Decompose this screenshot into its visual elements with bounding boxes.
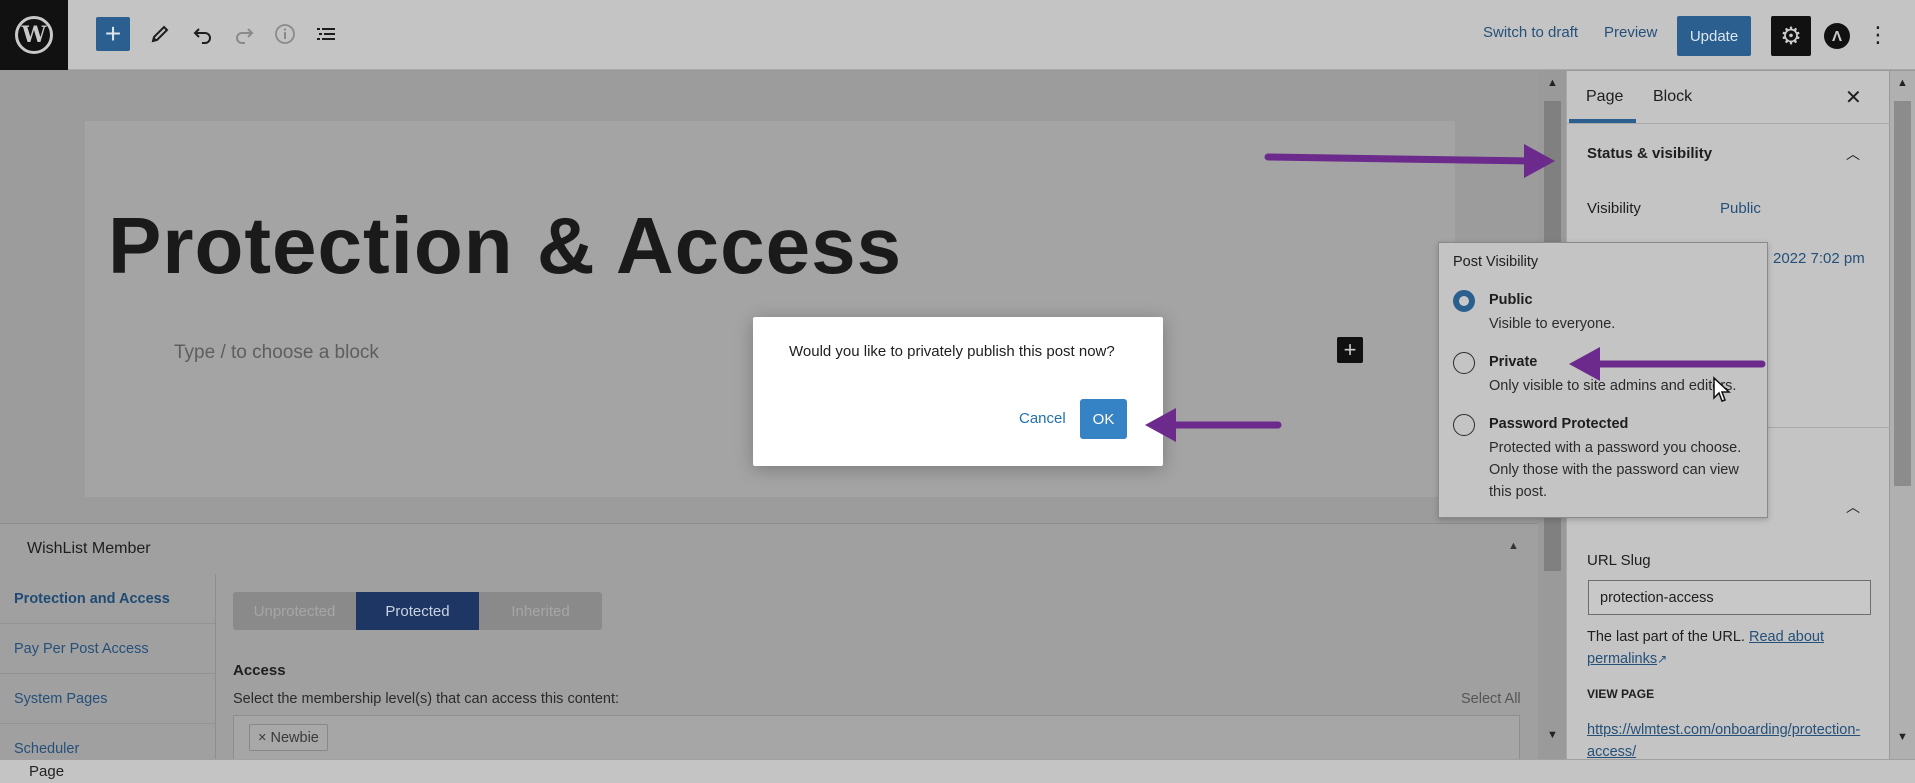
scroll-up-icon[interactable]: ▲: [1547, 77, 1558, 89]
option-password-desc: Protected with a password you choose. On…: [1489, 440, 1742, 500]
wordpress-logo-button[interactable]: W: [0, 0, 68, 70]
radio-private[interactable]: [1453, 352, 1475, 374]
access-heading: Access: [233, 662, 286, 679]
tools-button[interactable]: [143, 17, 177, 51]
visibility-label: Visibility: [1587, 200, 1641, 217]
chevron-up-icon[interactable]: ︿: [1846, 497, 1860, 517]
redo-button[interactable]: [227, 17, 261, 51]
add-block-button[interactable]: +: [96, 17, 130, 51]
option-password-label[interactable]: Password Protected: [1489, 416, 1628, 432]
dialog-message: Would you like to privately publish this…: [789, 343, 1115, 360]
popover-title: Post Visibility: [1453, 254, 1539, 270]
access-description: Select the membership level(s) that can …: [233, 691, 620, 707]
scroll-up-icon[interactable]: ▲: [1897, 77, 1908, 89]
dialog-cancel-button[interactable]: Cancel: [1019, 410, 1066, 427]
dialog-ok-button[interactable]: OK: [1080, 399, 1127, 439]
wishlist-member-panel: WishList Member ▲ Protection and Access …: [0, 523, 1538, 774]
collapse-caret-icon[interactable]: ▲: [1508, 540, 1519, 552]
astra-button[interactable]: Λ: [1824, 23, 1850, 49]
protection-segmented-control: Unprotected Protected Inherited: [233, 592, 602, 630]
list-view-icon: [317, 28, 335, 40]
tab-page[interactable]: Page: [1586, 88, 1623, 106]
url-slug-input[interactable]: protection-access: [1588, 580, 1871, 615]
post-title[interactable]: Protection & Access: [108, 200, 902, 292]
info-icon: [275, 24, 295, 44]
update-button[interactable]: Update: [1677, 16, 1751, 56]
undo-icon: [193, 28, 211, 44]
wishlist-panel-title[interactable]: WishList Member: [27, 540, 151, 558]
switch-to-draft-button[interactable]: Switch to draft: [1483, 24, 1578, 41]
scroll-down-icon[interactable]: ▼: [1547, 729, 1558, 741]
top-toolbar: W + Switch to draft Preview Update ⚙ Λ ⋮: [0, 0, 1915, 70]
tabs-divider: [1567, 123, 1890, 124]
breadcrumb[interactable]: Page: [29, 763, 64, 780]
plus-icon: +: [1343, 337, 1357, 362]
wishlist-nav: Protection and Access Pay Per Post Acces…: [0, 574, 216, 774]
view-page-label: VIEW PAGE: [1587, 687, 1655, 701]
view-page-link[interactable]: https://wlmtest.com/onboarding/protectio…: [1587, 719, 1872, 759]
close-icon[interactable]: ✕: [1845, 85, 1862, 110]
slug-help-prefix: The last part of the URL.: [1587, 629, 1745, 645]
visibility-toggle[interactable]: Public: [1720, 200, 1761, 217]
preview-button[interactable]: Preview: [1604, 24, 1657, 41]
redo-icon: [236, 28, 254, 44]
external-link-icon: ↗: [1657, 652, 1668, 666]
wishlist-nav-pay-per-post[interactable]: Pay Per Post Access: [0, 624, 215, 674]
details-button[interactable]: [268, 17, 302, 51]
kebab-icon: ⋮: [1867, 22, 1889, 47]
list-view-button[interactable]: [309, 17, 343, 51]
url-slug-label: URL Slug: [1587, 552, 1651, 569]
chevron-up-icon[interactable]: ︿: [1846, 144, 1860, 164]
private-publish-dialog: Would you like to privately publish this…: [753, 317, 1163, 466]
undo-button[interactable]: [186, 17, 220, 51]
gear-icon: ⚙: [1780, 22, 1802, 50]
membership-levels-field[interactable]: × Newbie: [233, 715, 1520, 760]
wordpress-logo-icon: W: [15, 16, 53, 54]
tab-block[interactable]: Block: [1653, 88, 1692, 106]
footer-breadcrumb-bar: Page: [0, 759, 1915, 783]
mouse-cursor-icon: [1713, 376, 1731, 402]
segment-inherited[interactable]: Inherited: [479, 592, 602, 630]
slug-help-text: The last part of the URL. Read about per…: [1587, 626, 1867, 670]
publish-date-link[interactable]: 2022 7:02 pm: [1773, 250, 1865, 267]
option-public-label[interactable]: Public: [1489, 292, 1533, 308]
segment-protected[interactable]: Protected: [356, 592, 479, 630]
plus-icon: +: [104, 18, 122, 49]
settings-button[interactable]: ⚙: [1771, 16, 1811, 56]
pencil-icon: [151, 25, 169, 43]
sidebar-scrollbar[interactable]: ▲ ▼: [1890, 71, 1915, 759]
scroll-down-icon[interactable]: ▼: [1897, 731, 1908, 743]
segment-unprotected[interactable]: Unprotected: [233, 592, 356, 630]
radio-password-protected[interactable]: [1453, 414, 1475, 436]
wishlist-nav-protection[interactable]: Protection and Access: [0, 574, 215, 624]
status-visibility-title[interactable]: Status & visibility: [1587, 145, 1712, 162]
wishlist-nav-system-pages[interactable]: System Pages: [0, 674, 215, 724]
level-tag[interactable]: × Newbie: [249, 724, 328, 751]
option-private-label[interactable]: Private: [1489, 354, 1537, 370]
radio-public[interactable]: [1453, 290, 1475, 312]
select-all-link[interactable]: Select All: [1461, 691, 1521, 707]
astra-icon: Λ: [1831, 27, 1842, 45]
block-placeholder[interactable]: Type / to choose a block: [174, 342, 379, 364]
options-menu-button[interactable]: ⋮: [1867, 20, 1889, 50]
inline-add-block-button[interactable]: +: [1337, 337, 1363, 363]
sidebar-scroll-thumb[interactable]: [1894, 101, 1911, 486]
option-public-desc: Visible to everyone.: [1489, 316, 1616, 332]
